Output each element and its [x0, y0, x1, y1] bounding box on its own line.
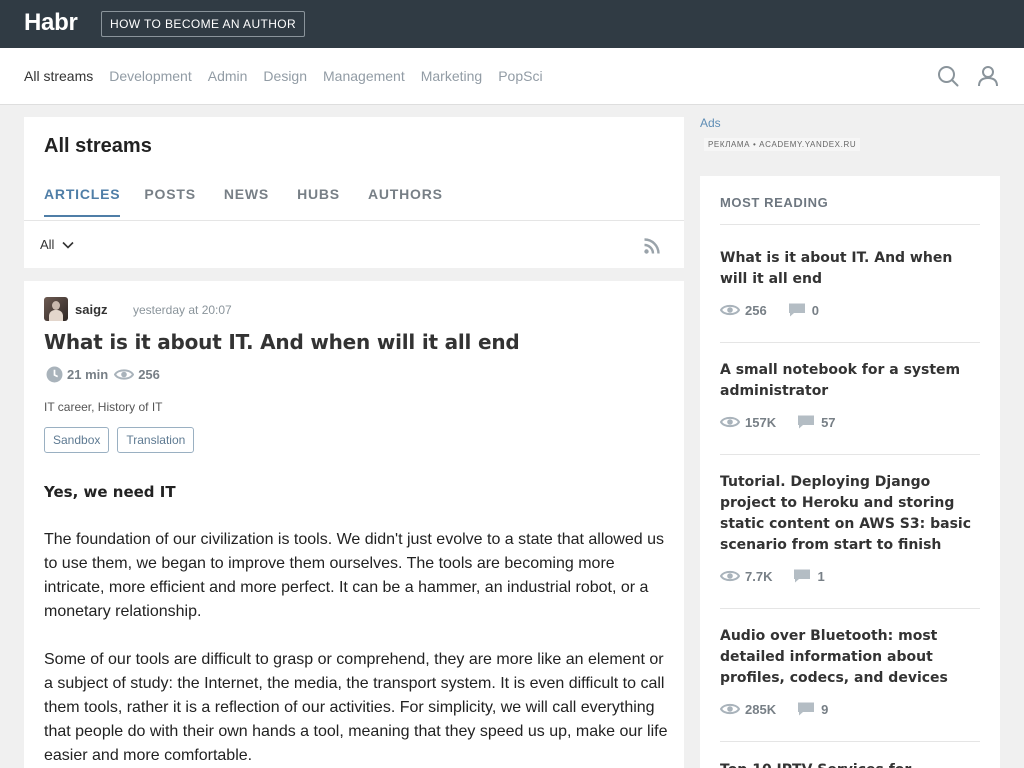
article-paragraph: The foundation of our civilization is to… — [44, 531, 664, 620]
most-reading-panel: MOST READING What is it about IT. And wh… — [700, 176, 1000, 768]
filter-value: All — [40, 237, 55, 252]
nav-items: All streams Development Admin Design Man… — [24, 48, 559, 104]
nav-item-design[interactable]: Design — [263, 68, 307, 84]
ads-link[interactable]: Ads — [700, 116, 721, 130]
list-item[interactable]: A small notebook for a system administra… — [720, 360, 980, 455]
nav-bar: All streams Development Admin Design Man… — [0, 48, 1024, 105]
read-time-value: 21 min — [67, 367, 109, 382]
views-count: 157K — [720, 414, 776, 430]
tabs-divider — [24, 220, 684, 221]
chevron-down-icon — [62, 241, 75, 249]
comments-count[interactable]: 9 — [796, 701, 828, 717]
eye-icon — [720, 304, 740, 316]
eye-icon — [720, 416, 740, 428]
nav-item-admin[interactable]: Admin — [208, 68, 248, 84]
views-value: 157K — [745, 414, 777, 430]
article-heading: Yes, we need IT — [44, 483, 176, 501]
nav-item-popsci[interactable]: PopSci — [498, 68, 542, 84]
most-reading-divider — [720, 224, 980, 225]
habr-logo[interactable]: Habr — [24, 9, 78, 37]
comments-count[interactable]: 0 — [787, 302, 819, 318]
tab-articles[interactable]: ARTICLES — [44, 186, 121, 217]
most-reading-item-title[interactable]: Audio over Bluetooth: most detailed info… — [720, 626, 980, 689]
label-translation[interactable]: Translation — [117, 427, 195, 453]
label-sandbox[interactable]: Sandbox — [44, 427, 110, 453]
read-time: 21 min — [46, 366, 108, 383]
comments-count[interactable]: 57 — [796, 414, 836, 430]
comments-value: 9 — [821, 701, 829, 717]
most-reading-item-title[interactable]: Top 10 IPTV Services for FireStick — [720, 760, 980, 768]
post-time: yesterday at 20:07 — [133, 303, 232, 317]
article-paragraph: Some of our tools are difficult to grasp… — [44, 651, 668, 764]
become-author-button[interactable]: HOW TO BECOME AN AUTHOR — [101, 11, 306, 37]
article-labels: Sandbox Translation — [44, 427, 202, 453]
page-title: All streams — [44, 135, 152, 157]
most-reading-title: MOST READING — [720, 195, 829, 210]
comments-value: 1 — [817, 568, 825, 584]
article-body: Yes, we need IT The foundation of our ci… — [44, 480, 669, 768]
eye-icon — [114, 369, 135, 380]
views-value: 7.7K — [745, 568, 773, 584]
views-value: 285K — [745, 701, 777, 717]
user-icon[interactable] — [977, 65, 999, 87]
article-meta: 21 min 256 — [46, 366, 166, 383]
nav-item-development[interactable]: Development — [109, 68, 192, 84]
views-value: 256 — [745, 302, 767, 318]
comments-value: 0 — [811, 302, 819, 318]
article-hubs[interactable]: IT career, History of IT — [44, 400, 162, 414]
streams-panel: All streams ARTICLES POSTS NEWS HUBS AUT… — [24, 117, 684, 268]
comment-icon — [794, 569, 811, 583]
list-item[interactable]: Top 10 IPTV Services for FireStick — [720, 760, 980, 768]
search-icon[interactable] — [937, 65, 959, 87]
eye-icon — [720, 570, 740, 582]
views-value: 256 — [138, 367, 160, 382]
tab-hubs[interactable]: HUBS — [297, 186, 340, 217]
comment-icon — [798, 415, 815, 429]
avatar[interactable] — [44, 297, 68, 321]
comments-value: 57 — [821, 414, 836, 430]
rss-icon[interactable] — [643, 237, 661, 255]
comment-icon — [798, 702, 815, 716]
most-reading-item-title[interactable]: Tutorial. Deploying Django project to He… — [720, 472, 980, 556]
stream-tabs: ARTICLES POSTS NEWS HUBS AUTHORS — [44, 186, 471, 217]
author-name[interactable]: saigz — [75, 302, 108, 317]
avatar-head — [52, 301, 60, 310]
article-card: saigz yesterday at 20:07 What is it abou… — [24, 281, 684, 768]
nav-item-marketing[interactable]: Marketing — [421, 68, 482, 84]
tab-news[interactable]: NEWS — [224, 186, 269, 217]
most-reading-stats: 285K 9 — [720, 701, 980, 717]
nav-item-management[interactable]: Management — [323, 68, 405, 84]
list-item[interactable]: Tutorial. Deploying Django project to He… — [720, 472, 980, 609]
views-count: 7.7K — [720, 568, 772, 584]
eye-icon — [720, 703, 740, 715]
views-count: 256 — [720, 302, 767, 318]
avatar-body — [49, 310, 63, 321]
views-count: 256 — [114, 366, 160, 383]
tab-posts[interactable]: POSTS — [144, 186, 195, 217]
most-reading-item-title[interactable]: A small notebook for a system administra… — [720, 360, 980, 402]
most-reading-stats: 157K 57 — [720, 414, 980, 430]
comment-icon — [788, 303, 805, 317]
top-bar: Habr HOW TO BECOME AN AUTHOR — [0, 0, 1024, 48]
ad-badge: РЕКЛАМА • ACADEMY.YANDEX.RU — [704, 138, 861, 151]
list-item[interactable]: What is it about IT. And when will it al… — [720, 248, 980, 343]
article-title[interactable]: What is it about IT. And when will it al… — [44, 330, 520, 354]
most-reading-item-title[interactable]: What is it about IT. And when will it al… — [720, 248, 980, 290]
tab-authors[interactable]: AUTHORS — [368, 186, 443, 217]
comments-count[interactable]: 1 — [792, 568, 825, 584]
most-reading-stats: 7.7K 1 — [720, 568, 980, 584]
nav-item-all-streams[interactable]: All streams — [24, 68, 93, 84]
filter-dropdown[interactable]: All — [40, 237, 75, 252]
list-item[interactable]: Audio over Bluetooth: most detailed info… — [720, 626, 980, 742]
most-reading-stats: 256 0 — [720, 302, 980, 318]
views-count: 285K — [720, 701, 776, 717]
clock-icon — [46, 366, 63, 383]
